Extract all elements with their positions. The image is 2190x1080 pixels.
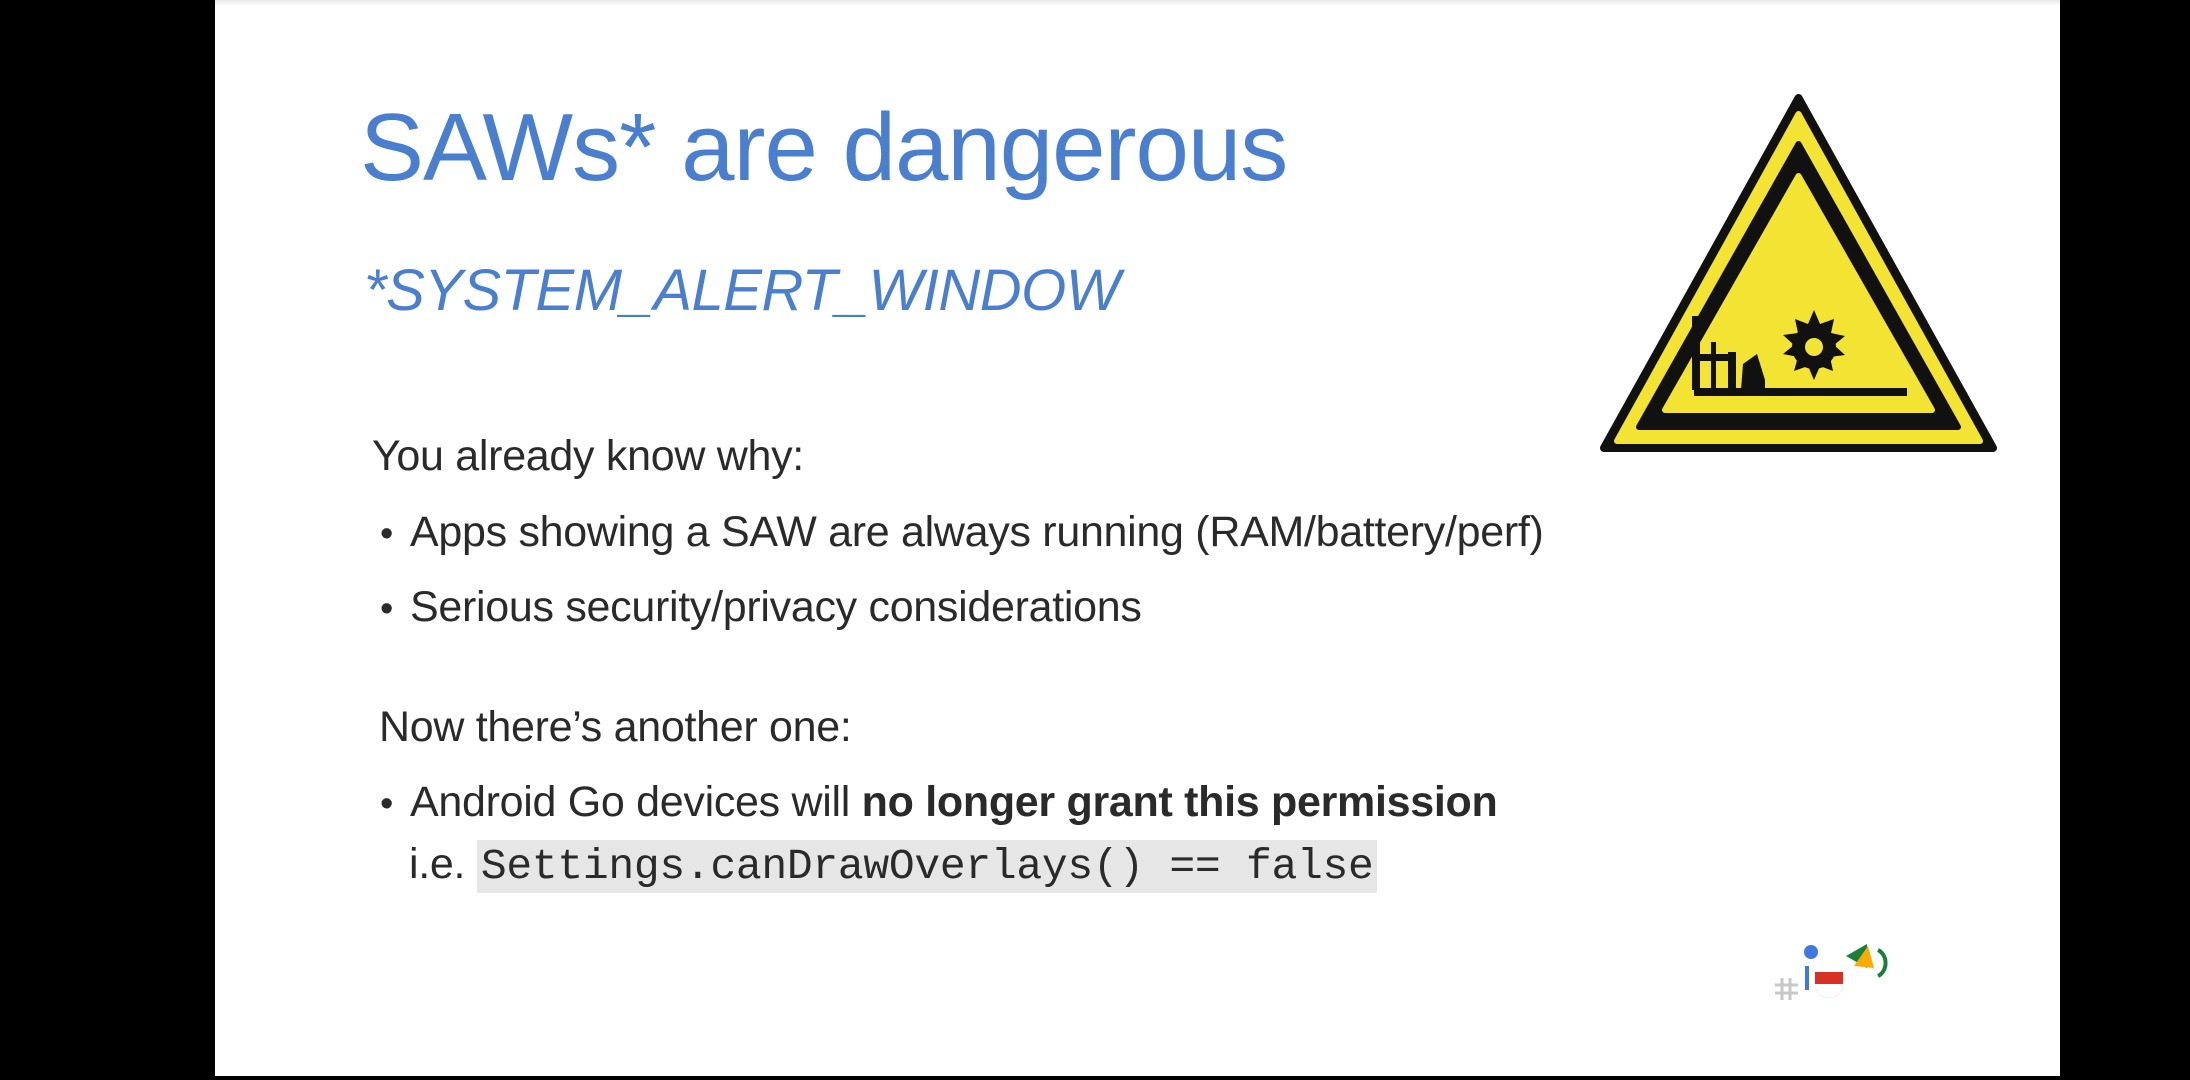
bullet-text-3: Android Go devices will no longer grant …: [410, 777, 1498, 829]
code-example-line: i.e. Settings.canDrawOverlays() == false: [409, 839, 1378, 893]
intro-text-1: You already know why:: [372, 432, 804, 480]
bullet-text-1: Apps showing a SAW are always running (R…: [410, 508, 1544, 556]
bullet-marker: •: [380, 783, 394, 825]
bullet-text-3-plain: Android Go devices will: [410, 778, 862, 826]
ie-prefix: i.e.: [409, 840, 477, 888]
bullet-text-2: Serious security/privacy considerations: [410, 583, 1142, 631]
intro-text-2: Now there’s another one:: [379, 703, 852, 751]
slide-title: SAWs* are dangerous: [360, 94, 1288, 201]
slide-subtitle: *SYSTEM_ALERT_WINDOW: [364, 258, 1120, 323]
bullet-marker: •: [380, 513, 394, 555]
machinery-hazard-warning-icon: [1600, 94, 1997, 452]
google-io-logo-icon: [1775, 944, 1888, 1000]
bullet-item-1: • Apps showing a SAW are always running …: [380, 507, 1544, 559]
code-snippet: Settings.canDrawOverlays() == false: [476, 840, 1378, 893]
bullet-item-3: • Android Go devices will no longer gran…: [380, 777, 1498, 829]
bullet-marker: •: [380, 588, 394, 630]
top-strip: [215, 0, 2060, 6]
slide: SAWs* are dangerous *SYSTEM_ALERT_WINDOW…: [215, 0, 2060, 1076]
bullet-item-2: • Serious security/privacy consideration…: [380, 582, 1142, 634]
bullet-text-3-bold: no longer grant this permission: [861, 778, 1498, 826]
